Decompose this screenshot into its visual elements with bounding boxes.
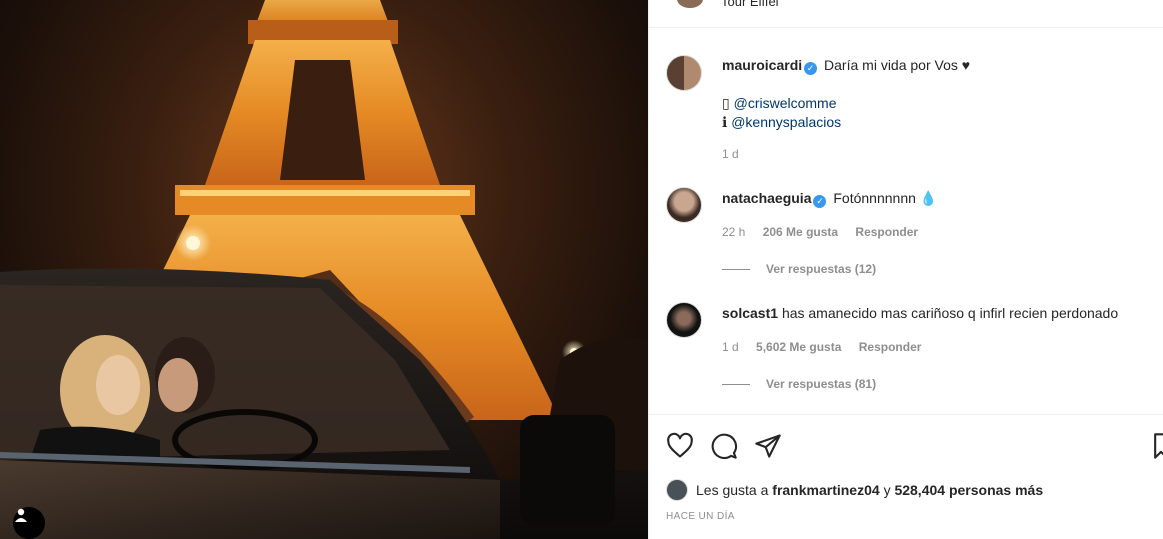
caption-credit-1: ▯ @criswelcomme	[722, 94, 1162, 113]
likes-count-button[interactable]: 528,404 personas más	[894, 482, 1043, 498]
caption-username[interactable]: mauroicardi	[722, 57, 802, 73]
comment-meta: 22 h 206 Me gusta Responder	[722, 225, 932, 239]
comment-likes[interactable]: 206 Me gusta	[763, 225, 838, 239]
timestamp[interactable]: 1 d	[722, 147, 739, 161]
view-replies-button[interactable]: Ver respuestas (81)	[722, 377, 876, 391]
caption-message: Daría mi vida por Vos ♥	[824, 57, 971, 73]
timestamp[interactable]: 1 d	[722, 340, 739, 354]
bookmark-icon[interactable]	[1154, 432, 1163, 460]
reply-button[interactable]: Responder	[855, 225, 918, 239]
comment-icon[interactable]	[710, 432, 738, 460]
paper-plane-icon[interactable]	[754, 432, 782, 460]
comment-meta: 1 d 5,602 Me gusta Responder	[722, 340, 935, 354]
likes-prefix: Les gusta a	[696, 482, 769, 498]
post-side-panel: Tour Eiffel mauroicardi ✓ Daría mi vida p…	[648, 0, 1163, 539]
divider	[722, 384, 750, 386]
location-link[interactable]: Tour Eiffel	[721, 0, 779, 9]
divider	[722, 269, 750, 271]
comment-text: solcast1 has amanecido mas cariñoso q in…	[722, 304, 1162, 323]
comment-username[interactable]: solcast1	[722, 305, 778, 321]
likes-joiner: y	[883, 482, 891, 498]
view-replies-button[interactable]: Ver respuestas (12)	[722, 262, 876, 276]
avatar[interactable]	[677, 0, 703, 8]
verified-badge-icon: ✓	[804, 62, 818, 75]
comment-message: has amanecido mas cariñoso q infirl reci…	[781, 305, 1119, 321]
likes-summary: Les gusta a frankmartinez04 y 528,404 pe…	[666, 479, 1043, 501]
avatar[interactable]	[666, 302, 702, 338]
comment-username[interactable]: natachaeguia	[722, 190, 811, 206]
comment-likes[interactable]: 5,602 Me gusta	[756, 340, 841, 354]
view-replies-label: Ver respuestas (81)	[766, 377, 877, 391]
avatar[interactable]	[666, 55, 702, 91]
verified-badge-icon: ✓	[813, 195, 827, 208]
camera-icon: ▯	[722, 95, 730, 111]
view-replies-label: Ver respuestas (12)	[766, 262, 877, 276]
post-photo[interactable]	[0, 0, 648, 539]
avatar[interactable]	[666, 187, 702, 223]
mention-link[interactable]: @kennyspalacios	[731, 114, 841, 130]
caption-text: mauroicardi ✓ Daría mi vida por Vos ♥ ▯ @…	[722, 56, 1162, 132]
photo-illustration	[0, 0, 648, 539]
reply-button[interactable]: Responder	[859, 340, 922, 354]
timestamp[interactable]: 22 h	[722, 225, 745, 239]
caption-meta: 1 d	[722, 147, 753, 161]
comment-message: Fotónnnnnnn 💧	[833, 190, 938, 206]
liker-username[interactable]: frankmartinez04	[772, 482, 879, 498]
avatar[interactable]	[666, 479, 688, 501]
post-header: Tour Eiffel	[649, 0, 1163, 28]
heart-icon[interactable]	[666, 432, 694, 460]
post-actions: Les gusta a frankmartinez04 y 528,404 pe…	[649, 414, 1163, 539]
caption-credit-2: ℹ @kennyspalacios	[722, 113, 1162, 132]
post-timestamp[interactable]: HACE UN DÍA	[666, 511, 735, 522]
info-icon: ℹ	[722, 114, 728, 130]
user-tag-icon[interactable]	[13, 507, 45, 539]
mention-link[interactable]: @criswelcomme	[734, 95, 837, 111]
comment-text: natachaeguia ✓ Fotónnnnnnn 💧	[722, 189, 1162, 208]
